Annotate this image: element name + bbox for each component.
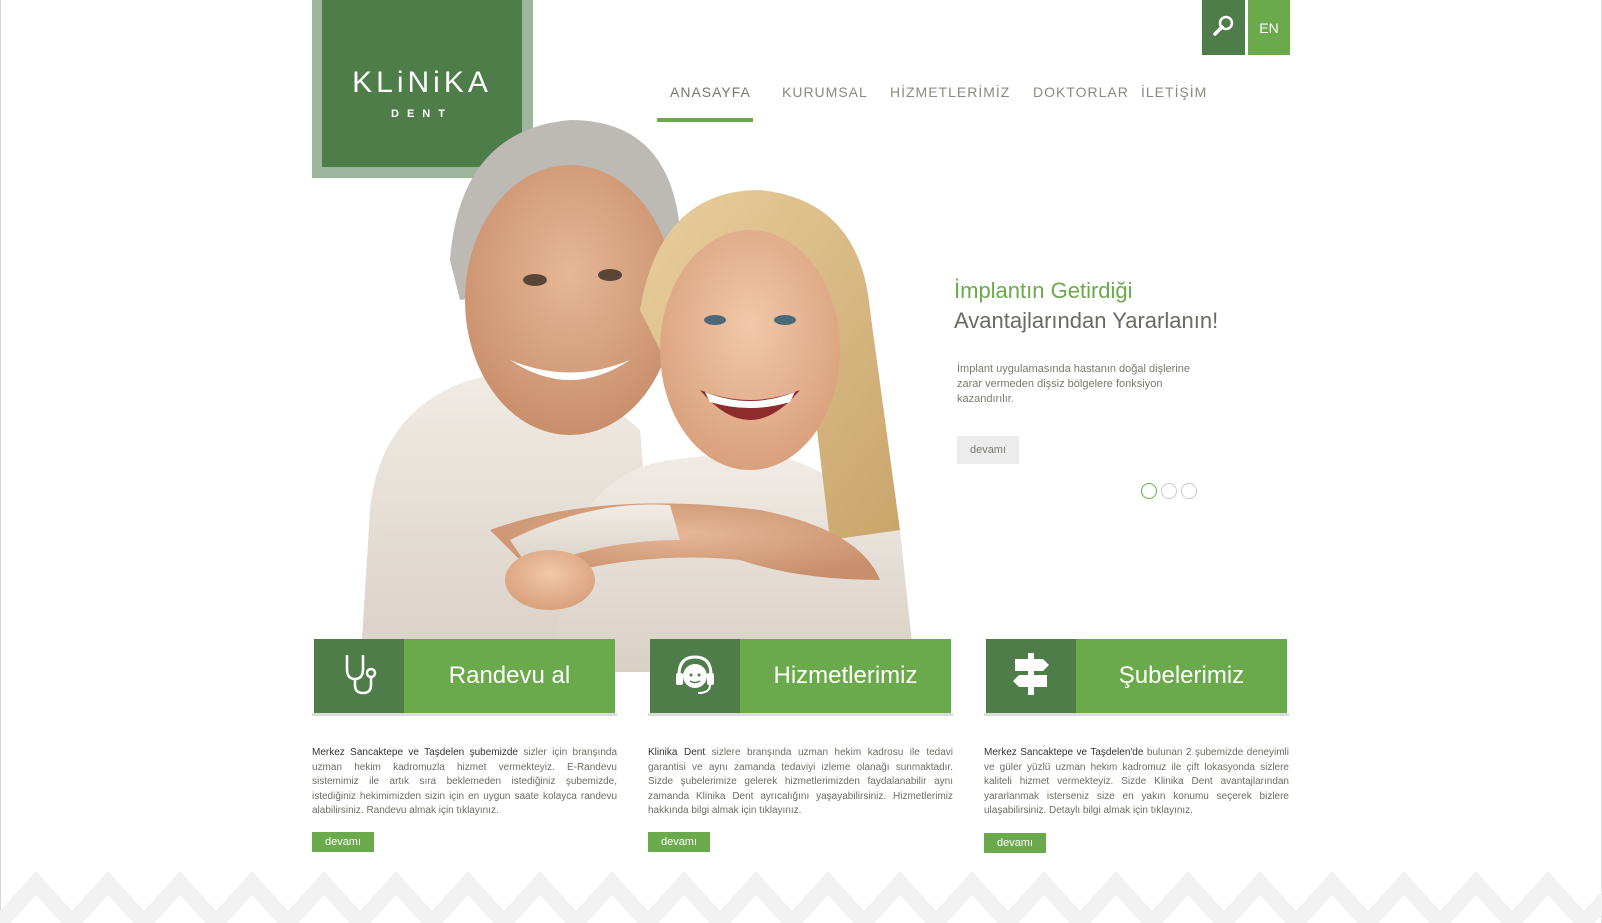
nav-item-hizmetlerimiz[interactable]: HİZMETLERİMİZ [890,84,1010,100]
feature-label[interactable]: Şubelerimiz [1076,639,1287,713]
feature-more-button[interactable]: devamı [648,832,710,852]
feature-more-button[interactable]: devamı [312,832,374,852]
feature-lead: Merkez Sancaktepe ve Taşdelen şubemizde [312,747,518,758]
feature-more-button[interactable]: devamı [984,833,1046,853]
language-button[interactable]: EN [1248,0,1290,55]
feature-label[interactable]: Hizmetlerimiz [740,639,951,713]
slider-dot-1[interactable] [1141,483,1157,499]
nav-item-kurumsal[interactable]: KURUMSAL [782,84,868,100]
slide-title-line1: İmplantın Getirdiği [954,278,1133,303]
slider-dot-3[interactable] [1181,483,1197,499]
stethoscope-icon [339,651,379,701]
feature-subelerimiz[interactable]: Şubelerimiz [984,638,1289,716]
feature-icon-box [314,639,404,713]
nav-item-doktorlar[interactable]: DOKTORLAR [1033,84,1129,100]
feature-description: Merkez Sancaktepe ve Taşdelen şubemizde … [312,746,617,819]
search-button[interactable] [1202,0,1245,55]
feature-hizmetlerimiz[interactable]: Hizmetlerimiz [648,638,953,716]
feature-description: Klinika Dent sizlere branşında uzman hek… [648,746,953,819]
slider-dot-2[interactable] [1161,483,1177,499]
slider-pagination [1141,483,1197,499]
support-agent-icon [672,651,718,701]
feature-label[interactable]: Randevu al [404,639,615,713]
slide-body-text: İmplant uygulamasında hastanın doğal diş… [957,363,1190,405]
feature-description: Merkez Sancaktepe ve Taşdelen'de bulunan… [984,746,1289,819]
nav-item-anasayfa[interactable]: ANASAYFA [670,84,751,100]
feature-icon-box [986,639,1076,713]
feature-icon-box [650,639,740,713]
search-icon [1212,15,1235,41]
bottom-pattern [0,853,1602,923]
feature-lead: Klinika Dent [648,747,706,758]
feature-lead: Merkez Sancaktepe ve Taşdelen'de [984,747,1144,758]
hero-image [340,110,930,672]
nav-item-iletisim[interactable]: İLETİŞİM [1141,84,1207,100]
logo-wordmark: KLiNiKA [352,66,492,99]
slide-title-line2: Avantajlarından Yararlanın! [954,308,1219,333]
signpost-icon [1009,651,1053,701]
feature-randevu[interactable]: Randevu al [312,638,617,716]
slide-more-button[interactable]: devamı [957,436,1019,464]
